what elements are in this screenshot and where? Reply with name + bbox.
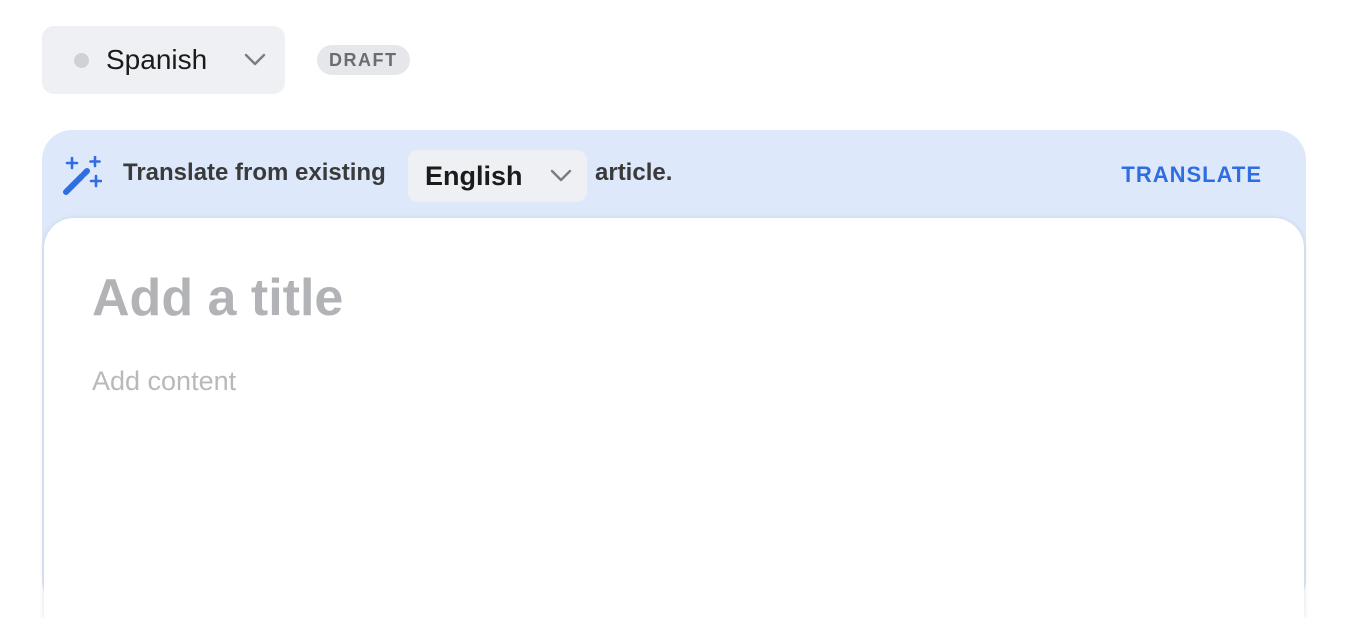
language-select-value: Spanish: [106, 44, 208, 75]
translate-button[interactable]: TRANSLATE: [1121, 162, 1262, 188]
chevron-down-icon: [243, 48, 267, 72]
magic-wand-icon: [62, 155, 103, 196]
article-editor: Add a title Add content: [44, 218, 1304, 618]
source-language-value: English: [425, 160, 523, 191]
translate-prompt-text: Translate from existing: [123, 159, 386, 186]
translate-prompt-suffix: article.: [595, 159, 673, 186]
translate-bar: Translate from existing English article.…: [42, 130, 1306, 218]
status-badge: DRAFT: [317, 45, 410, 75]
chevron-down-icon: [549, 164, 573, 188]
source-language-select[interactable]: English: [408, 150, 587, 202]
status-dot: [74, 52, 89, 68]
language-select[interactable]: Spanish: [42, 26, 285, 94]
content-field[interactable]: Add content: [92, 366, 236, 397]
top-bar: Spanish DRAFT: [42, 26, 410, 94]
article-panel: Translate from existing English article.…: [42, 130, 1306, 618]
title-field[interactable]: Add a title: [92, 268, 343, 328]
